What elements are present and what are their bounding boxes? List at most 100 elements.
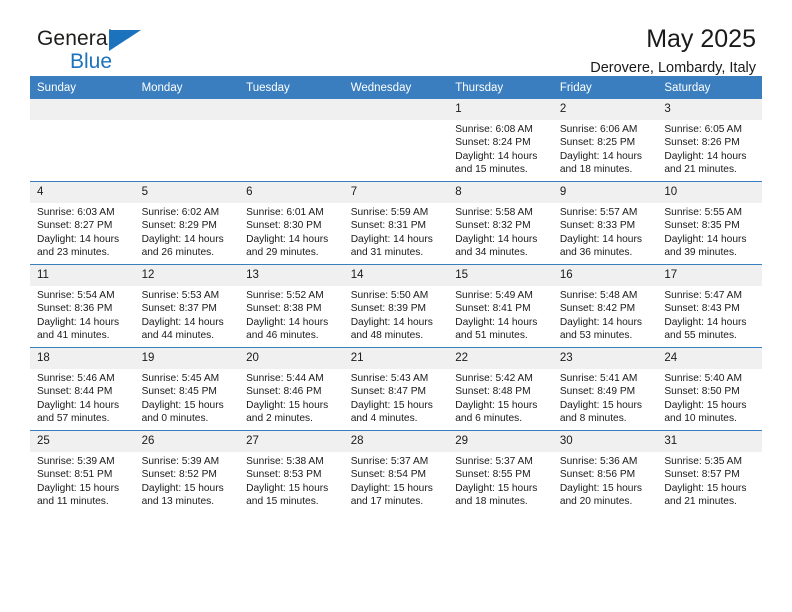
daylight-duration-line2: and 6 minutes. — [455, 413, 523, 425]
day-number: 13 — [239, 265, 344, 286]
day-details: Sunrise: 5:35 AM Sunset: 8:57 PM Daylight:… — [657, 452, 762, 509]
day-number: 2 — [552, 99, 658, 120]
sunset-time: Sunset: 8:37 PM — [141, 303, 217, 315]
daylight-duration-line1: Daylight: 15 hours — [141, 399, 224, 411]
daylight-duration-line2: and 36 minutes. — [559, 247, 633, 259]
calendar-day-cell[interactable]: 15 Sunrise: 5:49 AM Sunset: 8:41 PM Dayligh… — [448, 264, 553, 348]
daylight-duration-line1: Daylight: 14 hours — [141, 233, 224, 245]
calendar-day-cell[interactable]: 19 Sunrise: 5:45 AM Sunset: 8:45 PM Dayligh… — [134, 347, 240, 431]
day-details: Sunrise: 5:36 AM Sunset: 8:56 PM Daylight:… — [553, 452, 658, 509]
calendar-day-cell[interactable]: 28 Sunrise: 5:37 AM Sunset: 8:54 PM Dayligh… — [343, 430, 449, 513]
day-number: 30 — [552, 431, 658, 452]
daylight-duration-line2: and 53 minutes. — [559, 330, 633, 342]
daylight-duration-line2: and 18 minutes. — [455, 496, 528, 508]
sunrise-time: Sunrise: 5:37 AM — [455, 456, 533, 467]
calendar-day-cell[interactable]: 17 Sunrise: 5:47 AM Sunset: 8:43 PM Dayligh… — [657, 264, 762, 348]
sunrise-time: Sunrise: 5:42 AM — [455, 373, 533, 384]
calendar-day-cell[interactable]: 2 Sunrise: 6:06 AM Sunset: 8:25 PM Daylight… — [552, 99, 658, 182]
sunset-time: Sunset: 8:57 PM — [664, 469, 740, 481]
calendar-day-cell[interactable]: 1 Sunrise: 6:08 AM Sunset: 8:24 PM Daylight… — [448, 99, 553, 182]
daylight-duration-line1: Daylight: 14 hours — [455, 233, 538, 245]
day-details: Sunrise: 6:03 AM Sunset: 8:27 PM Daylight:… — [30, 203, 135, 260]
daylight-duration-line2: and 31 minutes. — [350, 247, 424, 259]
weekday-header-friday: Friday — [552, 76, 658, 99]
calendar-day-cell[interactable]: 10 Sunrise: 5:55 AM Sunset: 8:35 PM Dayligh… — [657, 181, 762, 265]
calendar-day-cell[interactable]: 5 Sunrise: 6:02 AM Sunset: 8:29 PM Daylight… — [134, 181, 240, 265]
calendar-day-cell[interactable]: 31 Sunrise: 5:35 AM Sunset: 8:57 PM Dayligh… — [657, 430, 762, 513]
day-number: 14 — [343, 265, 449, 286]
calendar-day-cell[interactable]: 14 Sunrise: 5:50 AM Sunset: 8:39 PM Dayligh… — [343, 264, 449, 348]
sunset-time: Sunset: 8:48 PM — [455, 386, 531, 398]
calendar-day-cell[interactable]: 23 Sunrise: 5:41 AM Sunset: 8:49 PM Dayligh… — [552, 347, 658, 431]
daylight-duration-line1: Daylight: 14 hours — [455, 316, 538, 328]
sunrise-time: Sunrise: 5:40 AM — [664, 373, 742, 384]
daylight-duration-line2: and 46 minutes. — [246, 330, 319, 342]
sunset-time: Sunset: 8:32 PM — [455, 220, 531, 232]
daylight-duration-line1: Daylight: 14 hours — [350, 316, 433, 328]
calendar-day-cell[interactable]: 26 Sunrise: 5:39 AM Sunset: 8:52 PM Dayligh… — [134, 430, 240, 513]
daylight-duration-line1: Daylight: 15 hours — [350, 399, 433, 411]
daylight-duration-line1: Daylight: 14 hours — [559, 233, 642, 245]
daylight-duration-line1: Daylight: 15 hours — [246, 399, 329, 411]
sunrise-time: Sunrise: 5:37 AM — [350, 456, 429, 467]
calendar-week-row: 25 Sunrise: 5:39 AM Sunset: 8:51 PM Dayligh… — [30, 430, 762, 513]
sunset-time: Sunset: 8:51 PM — [37, 469, 113, 481]
calendar-day-cell[interactable]: 20 Sunrise: 5:44 AM Sunset: 8:46 PM Dayligh… — [239, 347, 344, 431]
calendar-day-cell[interactable]: 30 Sunrise: 5:36 AM Sunset: 8:56 PM Dayligh… — [552, 430, 658, 513]
sunset-time: Sunset: 8:25 PM — [559, 137, 636, 149]
daylight-duration-line2: and 10 minutes. — [664, 413, 737, 425]
weekday-header-thursday: Thursday — [448, 76, 553, 99]
calendar-day-cell[interactable]: 8 Sunrise: 5:58 AM Sunset: 8:32 PM Daylight… — [448, 181, 553, 265]
calendar-day-cell[interactable]: 25 Sunrise: 5:39 AM Sunset: 8:51 PM Dayligh… — [30, 430, 135, 513]
calendar-day-cell[interactable]: 18 Sunrise: 5:46 AM Sunset: 8:44 PM Dayligh… — [30, 347, 135, 431]
calendar-day-cell[interactable]: 7 Sunrise: 5:59 AM Sunset: 8:31 PM Daylight… — [343, 181, 449, 265]
calendar-day-cell[interactable]: 24 Sunrise: 5:40 AM Sunset: 8:50 PM Dayligh… — [657, 347, 762, 431]
daylight-duration-line2: and 4 minutes. — [350, 413, 418, 425]
day-details: Sunrise: 5:52 AM Sunset: 8:38 PM Daylight:… — [239, 286, 344, 343]
sunset-time: Sunset: 8:30 PM — [246, 220, 322, 232]
page-title: May 2025 — [646, 25, 756, 53]
day-details: Sunrise: 5:49 AM Sunset: 8:41 PM Daylight:… — [448, 286, 553, 343]
daylight-duration-line2: and 11 minutes. — [37, 496, 109, 508]
calendar-day-cell[interactable]: 13 Sunrise: 5:52 AM Sunset: 8:38 PM Dayligh… — [239, 264, 344, 348]
sunrise-time: Sunrise: 6:01 AM — [246, 207, 324, 218]
day-number: 19 — [134, 348, 240, 369]
day-number: 9 — [552, 182, 658, 203]
daylight-duration-line1: Daylight: 14 hours — [141, 316, 224, 328]
sunrise-time: Sunrise: 5:45 AM — [141, 373, 220, 384]
calendar-day-cell[interactable]: 16 Sunrise: 5:48 AM Sunset: 8:42 PM Dayligh… — [552, 264, 658, 348]
calendar-day-cell[interactable]: 12 Sunrise: 5:53 AM Sunset: 8:37 PM Dayligh… — [134, 264, 240, 348]
day-details: Sunrise: 6:05 AM Sunset: 8:26 PM Daylight:… — [657, 120, 762, 177]
calendar-day-cell[interactable]: 29 Sunrise: 5:37 AM Sunset: 8:55 PM Dayligh… — [448, 430, 553, 513]
title-block: May 2025 Derovere, Lombardy, Italy — [590, 24, 756, 78]
day-details: Sunrise: 5:53 AM Sunset: 8:37 PM Daylight:… — [135, 286, 240, 343]
daylight-duration-line1: Daylight: 15 hours — [664, 482, 747, 494]
day-details: Sunrise: 5:48 AM Sunset: 8:42 PM Daylight:… — [553, 286, 658, 343]
sunrise-time: Sunrise: 5:54 AM — [37, 290, 115, 301]
sunrise-time: Sunrise: 5:48 AM — [559, 290, 638, 301]
general-blue-logo[interactable]: General Blue — [37, 28, 157, 74]
daylight-duration-line2: and 55 minutes. — [664, 330, 737, 342]
calendar-day-cell[interactable]: 9 Sunrise: 5:57 AM Sunset: 8:33 PM Daylight… — [552, 181, 658, 265]
day-number: 15 — [448, 265, 553, 286]
daylight-duration-line2: and 29 minutes. — [246, 247, 319, 259]
day-number — [30, 99, 135, 120]
calendar-weekday-header: Sunday Monday Tuesday Wednesday Thursday… — [30, 76, 762, 99]
sunrise-time: Sunrise: 5:59 AM — [350, 207, 429, 218]
calendar-day-cell[interactable]: 22 Sunrise: 5:42 AM Sunset: 8:48 PM Dayligh… — [448, 347, 553, 431]
sunset-time: Sunset: 8:26 PM — [664, 137, 740, 149]
day-number: 4 — [30, 182, 135, 203]
calendar-day-cell[interactable]: 21 Sunrise: 5:43 AM Sunset: 8:47 PM Dayligh… — [343, 347, 449, 431]
calendar-day-cell[interactable]: 11 Sunrise: 5:54 AM Sunset: 8:36 PM Dayligh… — [30, 264, 135, 348]
logo-text-blue: Blue — [70, 50, 113, 73]
sunset-time: Sunset: 8:29 PM — [141, 220, 217, 232]
calendar-week-row: 11 Sunrise: 5:54 AM Sunset: 8:36 PM Dayligh… — [30, 264, 762, 348]
daylight-duration-line1: Daylight: 14 hours — [37, 399, 120, 411]
daylight-duration-line2: and 39 minutes. — [664, 247, 737, 259]
calendar-day-cell[interactable]: 6 Sunrise: 6:01 AM Sunset: 8:30 PM Daylight… — [239, 181, 344, 265]
calendar-day-cell[interactable]: 3 Sunrise: 6:05 AM Sunset: 8:26 PM Daylight… — [657, 99, 762, 182]
daylight-duration-line2: and 17 minutes. — [350, 496, 424, 508]
sunrise-time: Sunrise: 5:46 AM — [37, 373, 115, 384]
calendar-day-cell[interactable]: 4 Sunrise: 6:03 AM Sunset: 8:27 PM Daylight… — [30, 181, 135, 265]
calendar-day-cell[interactable]: 27 Sunrise: 5:38 AM Sunset: 8:53 PM Dayligh… — [239, 430, 344, 513]
